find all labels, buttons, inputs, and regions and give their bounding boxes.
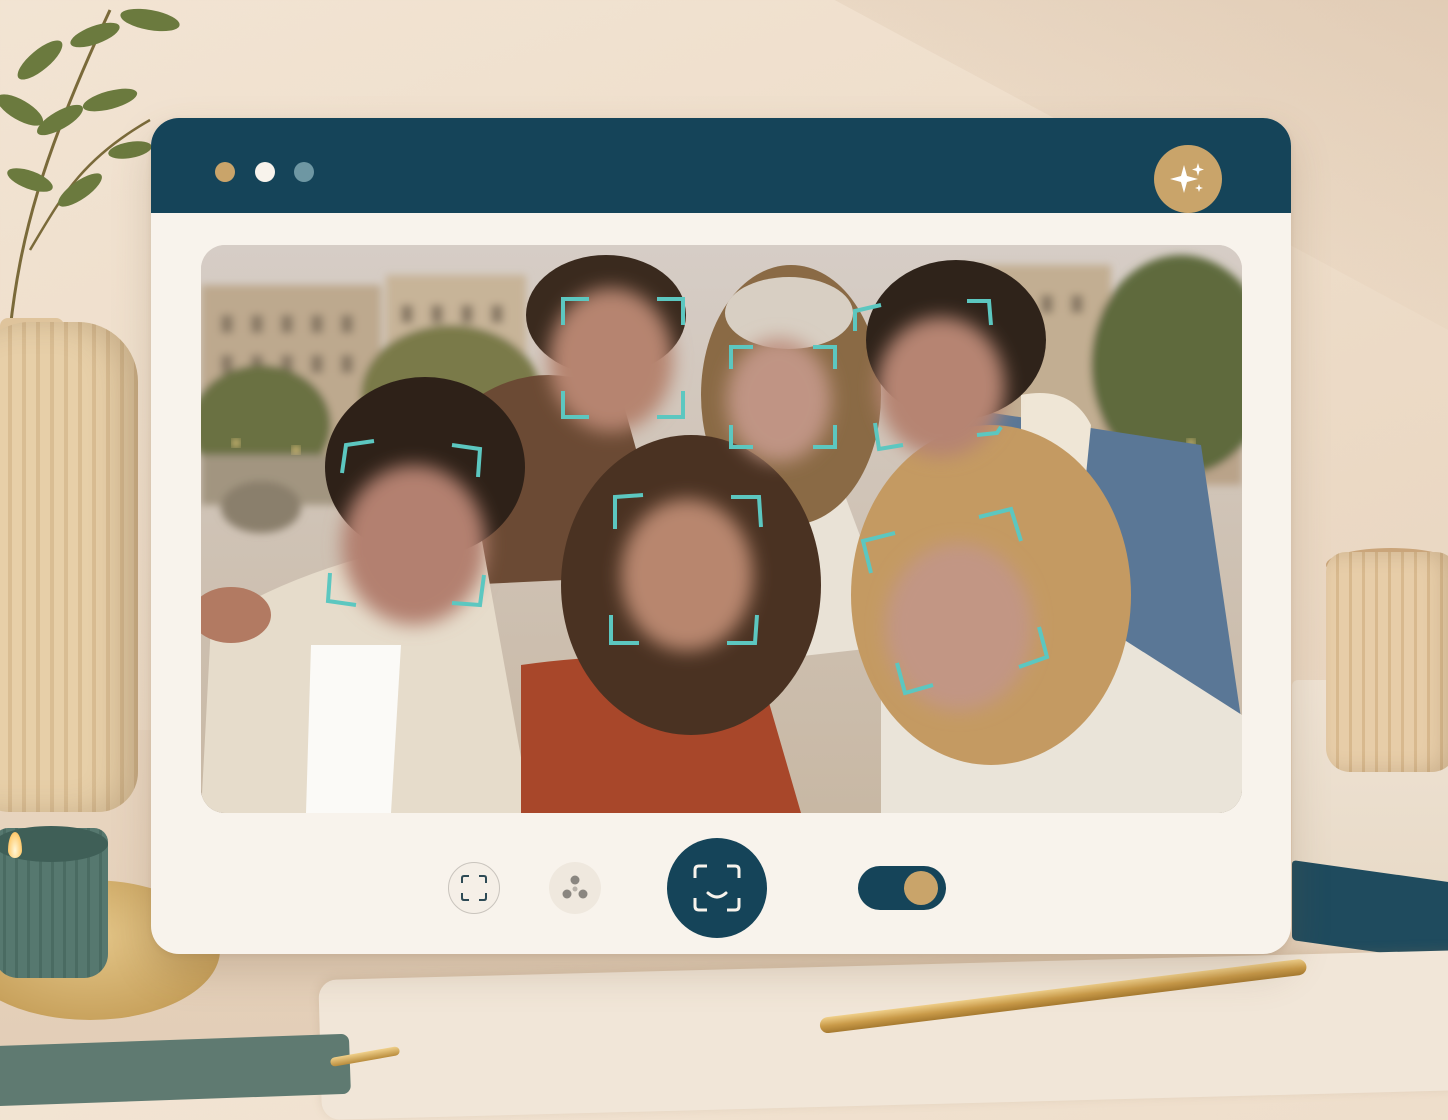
- ceramic-cup: [1326, 552, 1448, 772]
- face-detection-frame[interactable]: [853, 299, 1003, 452]
- face-scan-button[interactable]: [448, 862, 500, 914]
- face-capture-icon: [693, 864, 741, 912]
- green-book: [0, 1033, 351, 1107]
- face-detection-frame[interactable]: [860, 506, 1051, 697]
- group-photo: [201, 245, 1242, 813]
- app-window: [151, 118, 1291, 954]
- face-detection-frame[interactable]: [609, 493, 763, 645]
- vase: [0, 322, 138, 812]
- face-scan-icon: [461, 875, 487, 901]
- title-bar: [151, 118, 1291, 213]
- face-detection-frame[interactable]: [561, 297, 685, 419]
- effects-dots-icon: [562, 875, 588, 899]
- window-dot-white[interactable]: [255, 162, 275, 182]
- window-dot-gold[interactable]: [215, 162, 235, 182]
- face-detection-frame[interactable]: [325, 439, 486, 611]
- toggle-knob: [904, 871, 938, 905]
- effects-button[interactable]: [549, 862, 601, 914]
- face-capture-button[interactable]: [667, 838, 767, 938]
- blur-toggle[interactable]: [858, 866, 946, 910]
- face-detection-frame[interactable]: [729, 345, 837, 449]
- window-dot-teal[interactable]: [294, 162, 314, 182]
- sparkles-icon: [1170, 163, 1204, 193]
- magic-enhance-button[interactable]: [1154, 145, 1222, 213]
